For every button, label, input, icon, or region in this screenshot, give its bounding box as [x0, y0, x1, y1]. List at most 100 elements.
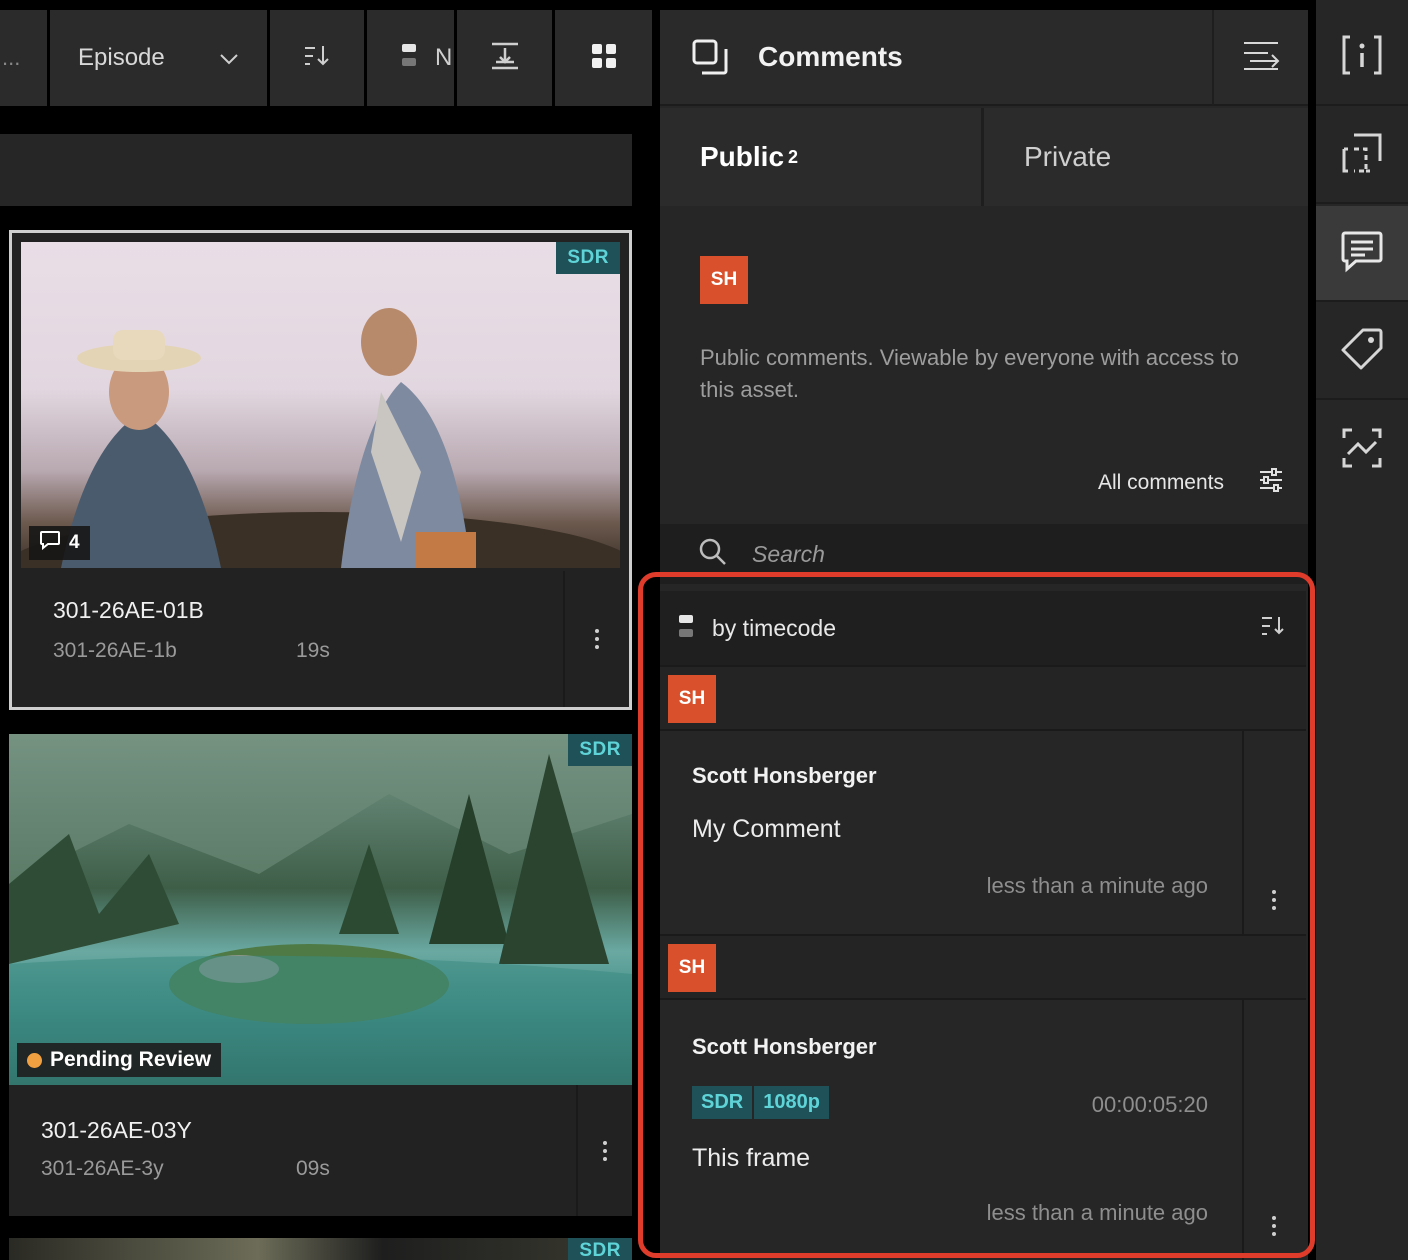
avatar: SH — [668, 675, 716, 723]
asset-subtitle: 301-26AE-1b — [53, 639, 177, 662]
review-status-label: Pending Review — [50, 1048, 212, 1071]
comment-menu-button[interactable] — [1242, 731, 1306, 934]
asset-card[interactable]: SDR — [9, 1238, 632, 1260]
avatar: SH — [668, 944, 716, 992]
kebab-icon — [1272, 1216, 1276, 1236]
comment-author: Scott Honsberger — [692, 763, 877, 788]
analysis-icon — [1340, 426, 1384, 475]
collapse-right-icon — [1242, 40, 1280, 77]
filter-label: All comments — [1097, 470, 1224, 494]
asset-duration: 09s — [296, 1157, 330, 1180]
collapse-panel-button[interactable] — [1212, 10, 1308, 106]
rail-tags-button[interactable] — [1316, 304, 1408, 400]
asset-thumbnail[interactable]: SDR 4 — [21, 242, 620, 568]
comment-search — [660, 524, 1308, 584]
comment-composer[interactable]: SH Public comments. Viewable by everyone… — [660, 206, 1308, 516]
comment-menu-button[interactable] — [1242, 1000, 1306, 1260]
comment-author: Scott Honsberger — [692, 1034, 877, 1059]
grouping-toggle-icon[interactable] — [678, 613, 694, 644]
comment-tags: SDR 1080p — [692, 1086, 831, 1119]
comments-panel-icon — [692, 39, 728, 75]
comment-input-placeholder[interactable]: Public comments. Viewable by everyone wi… — [700, 342, 1240, 406]
sort-icon — [303, 44, 331, 73]
comment-timestamp: less than a minute ago — [986, 1200, 1208, 1225]
tab-private[interactable]: Private — [984, 108, 1308, 206]
grid-icon — [591, 43, 617, 74]
comments-header: Comments — [660, 10, 1308, 106]
toggle-icon — [401, 42, 417, 75]
asset-card[interactable]: SDR Pending Review 301-26AE-03Y 301-26AE… — [9, 734, 632, 1216]
thumbnail-scene — [21, 308, 620, 568]
sdr-badge: SDR — [568, 734, 632, 766]
comment-count-value: 4 — [69, 532, 80, 553]
overflow-label: ... — [2, 45, 21, 70]
fit-height-button[interactable] — [457, 10, 555, 106]
resolution-tag: 1080p — [754, 1086, 831, 1119]
rail-info-button[interactable] — [1316, 10, 1408, 106]
asset-toolbar: ... Episode N — [0, 10, 652, 106]
asset-title: 301-26AE-01B — [53, 597, 204, 623]
group-by-value: Episode — [78, 44, 165, 71]
kebab-icon — [603, 1140, 607, 1161]
asset-title: 301-26AE-03Y — [41, 1117, 192, 1143]
comment-grouping: by timecode — [660, 591, 1306, 665]
comments-panel: Comments Public 2 Private SH Public comm… — [660, 10, 1308, 1260]
review-status-badge: Pending Review — [17, 1043, 222, 1077]
grid-view-button[interactable] — [555, 10, 652, 106]
grouping-toggle-label: N — [435, 44, 453, 71]
info-icon — [1340, 33, 1384, 82]
sdr-badge: SDR — [556, 242, 620, 274]
asset-subtitle: 301-26AE-3y — [41, 1157, 164, 1180]
comment-thread-header: SH — [660, 934, 1306, 998]
grouping-toggle-button[interactable]: N — [367, 10, 457, 106]
sdr-tag: SDR — [692, 1086, 755, 1119]
frame-icon — [1340, 131, 1384, 180]
asset-info: 301-26AE-01B 301-26AE-1b 19s — [12, 571, 629, 707]
asset-thumbnail[interactable]: SDR Pending Review — [9, 734, 632, 1085]
search-input[interactable] — [752, 540, 1232, 568]
chevron-down-icon — [219, 44, 239, 72]
fit-height-icon — [490, 42, 520, 75]
asset-menu-button[interactable] — [576, 1085, 632, 1216]
thumbnail-scene — [9, 734, 632, 1085]
tag-icon — [1339, 326, 1385, 377]
rail-analysis-button[interactable] — [1316, 402, 1408, 498]
sdr-badge: SDR — [568, 1238, 632, 1260]
filter-sliders-icon — [1258, 468, 1284, 497]
rail-frame-button[interactable] — [1316, 108, 1408, 204]
comment-visibility-tabs: Public 2 Private — [660, 108, 1308, 206]
folder-path-bar — [0, 134, 632, 206]
tab-public-count: 2 — [788, 146, 799, 167]
comment-timecode[interactable]: 00:00:05:20 — [1092, 1092, 1208, 1118]
comment-item[interactable]: Scott Honsberger My Comment less than a … — [660, 729, 1306, 934]
search-icon — [698, 537, 728, 572]
kebab-icon — [1272, 890, 1276, 910]
comment-body: This frame — [692, 1144, 811, 1172]
comment-timestamp: less than a minute ago — [986, 873, 1208, 898]
asset-card-selected[interactable]: SDR 4 301-26AE-01B 301-26AE-1b 19s — [9, 230, 632, 710]
kebab-icon — [595, 629, 599, 649]
right-rail — [1316, 0, 1408, 1260]
asset-menu-button[interactable] — [563, 571, 629, 707]
comment-filter[interactable]: All comments — [1098, 468, 1308, 497]
comment-bubble-icon — [39, 530, 61, 556]
tab-public-label: Public — [700, 141, 785, 172]
grouping-label: by timecode — [712, 614, 837, 641]
group-by-dropdown[interactable]: Episode — [50, 10, 270, 106]
rail-comments-button[interactable] — [1316, 206, 1408, 302]
comment-body: My Comment — [692, 815, 841, 843]
overflow-menu-button[interactable]: ... — [0, 10, 50, 106]
comment-thread-header: SH — [660, 665, 1306, 729]
status-dot-icon — [27, 1052, 42, 1068]
sort-icon[interactable] — [1260, 615, 1286, 642]
sort-button[interactable] — [270, 10, 367, 106]
comment-count-badge: 4 — [29, 526, 90, 560]
asset-duration: 19s — [296, 639, 330, 662]
comment-item[interactable]: Scott Honsberger SDR 1080p 00:00:05:20 T… — [660, 998, 1306, 1260]
tab-public[interactable]: Public 2 — [660, 108, 984, 206]
avatar: SH — [700, 256, 748, 304]
tab-private-label: Private — [1024, 141, 1112, 172]
panel-title: Comments — [758, 41, 903, 72]
comments-icon — [1340, 229, 1384, 278]
asset-info: 301-26AE-03Y 301-26AE-3y 09s — [9, 1085, 632, 1216]
